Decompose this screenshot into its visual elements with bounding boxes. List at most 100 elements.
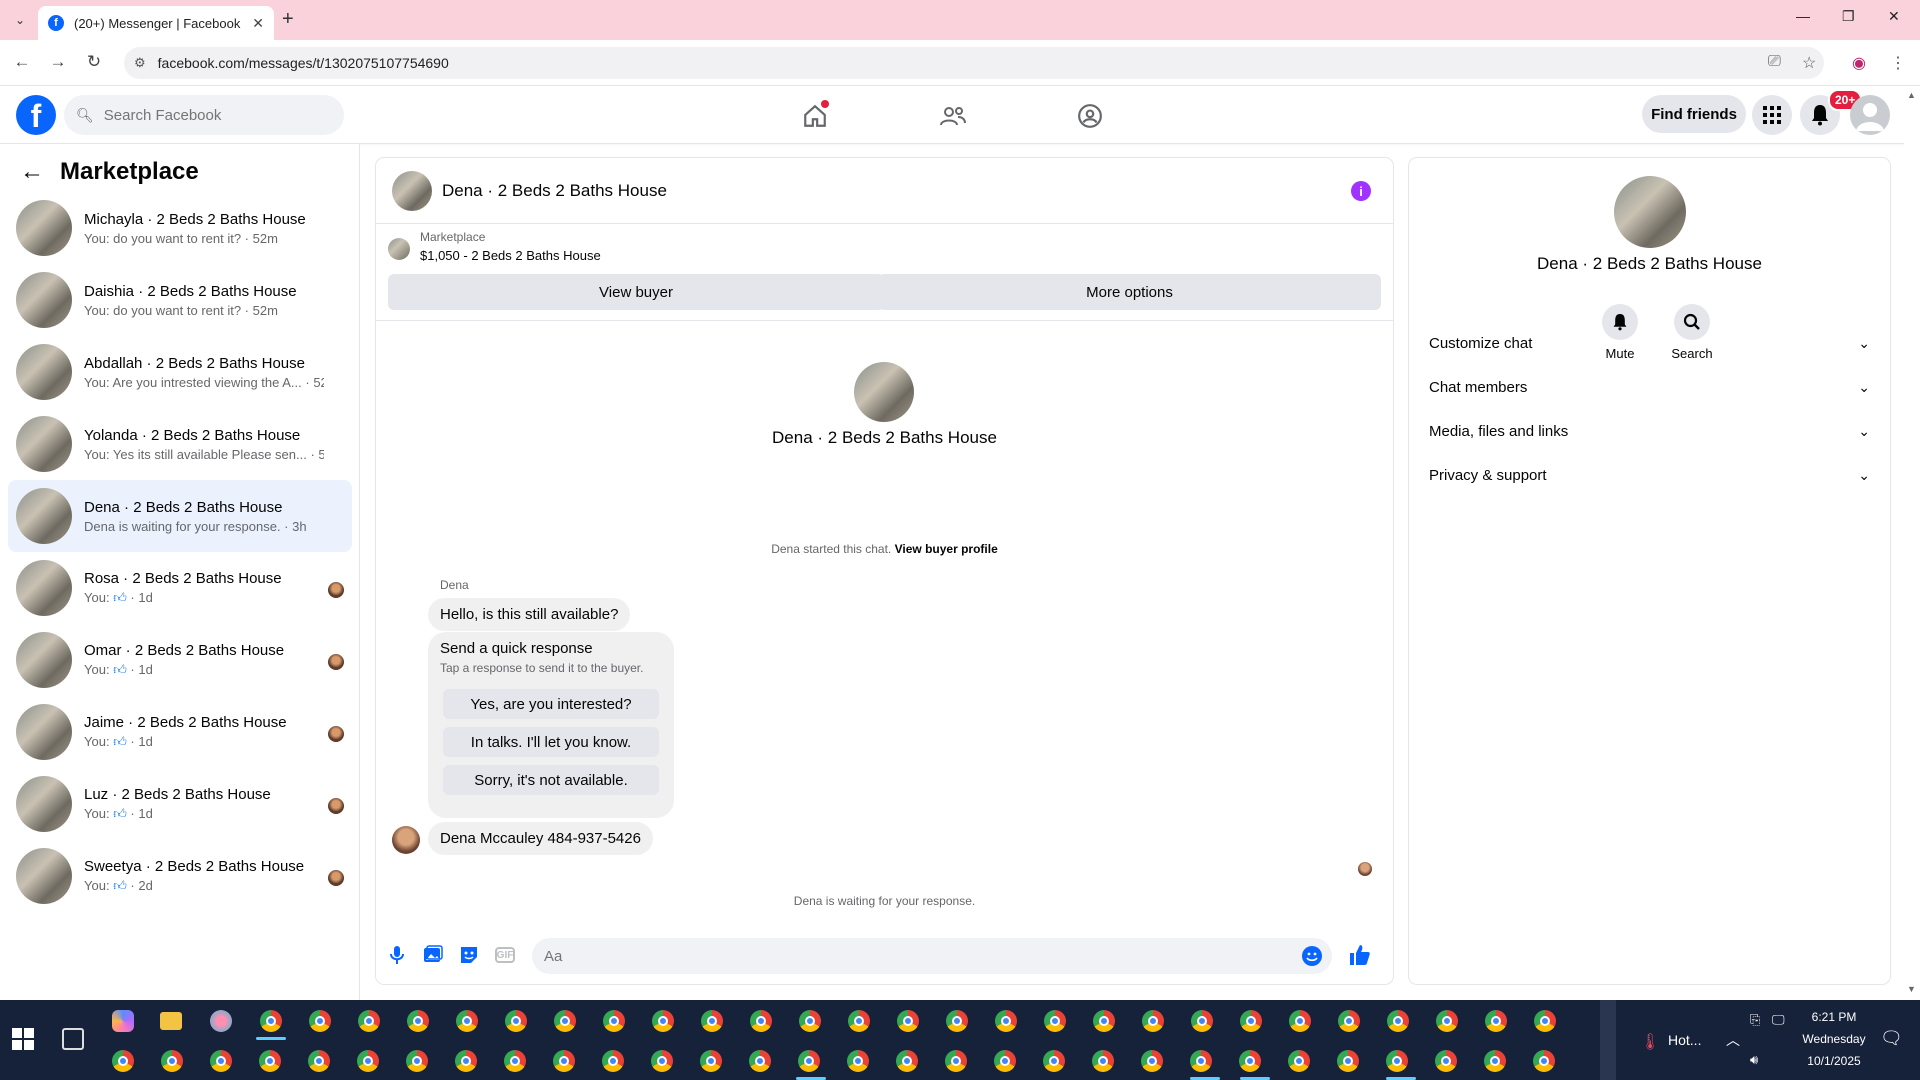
windows-start-icon[interactable]: [12, 1028, 34, 1050]
chrome-window-icon[interactable]: [1142, 1010, 1164, 1032]
chrome-window-icon[interactable]: [897, 1010, 919, 1032]
chat-title[interactable]: Dena · 2 Beds 2 Baths House: [442, 181, 667, 201]
chrome-window-icon[interactable]: [603, 1010, 625, 1032]
chrome-window-icon[interactable]: [1289, 1010, 1311, 1032]
gif-icon[interactable]: GIF: [495, 947, 515, 963]
chrome-window-icon[interactable]: [309, 1010, 331, 1032]
chrome-window-icon[interactable]: [455, 1050, 477, 1072]
chrome-window-icon[interactable]: [1239, 1050, 1261, 1072]
chrome-window-icon[interactable]: [700, 1050, 722, 1072]
install-app-icon[interactable]: ⎚: [1768, 53, 1781, 71]
chrome-window-icon[interactable]: [1485, 1010, 1507, 1032]
back-icon[interactable]: ←: [10, 52, 34, 72]
chrome-window-icon[interactable]: [798, 1050, 820, 1072]
chrome-window-icon[interactable]: [1533, 1050, 1555, 1072]
chrome-window-icon[interactable]: [652, 1010, 674, 1032]
chrome-window-icon[interactable]: [1043, 1050, 1065, 1072]
conversation-item[interactable]: Yolanda · 2 Beds 2 Baths House You: Yes i…: [8, 408, 352, 480]
menu-grid-icon[interactable]: [1752, 95, 1792, 135]
scroll-down-icon[interactable]: ▼: [1907, 984, 1916, 994]
conversation-item[interactable]: Abdallah · 2 Beds 2 Baths House You: Are …: [8, 336, 352, 408]
chrome-window-icon[interactable]: [701, 1010, 723, 1032]
chrome-window-icon[interactable]: [799, 1010, 821, 1032]
network-icon[interactable]: 🖵︎: [1772, 1012, 1785, 1028]
groups-icon[interactable]: [1070, 96, 1110, 136]
chrome-window-icon[interactable]: [945, 1050, 967, 1072]
find-friends-button[interactable]: Find friends: [1642, 95, 1746, 133]
chrome-window-icon[interactable]: [308, 1050, 330, 1072]
chrome-window-icon[interactable]: [602, 1050, 624, 1072]
customize-chat-row[interactable]: Customize chat ⌄: [1425, 321, 1874, 365]
weather-icon[interactable]: 🌡︎: [1640, 1032, 1660, 1052]
chrome-window-icon[interactable]: [554, 1010, 576, 1032]
chrome-window-icon[interactable]: [1092, 1050, 1114, 1072]
like-thumbs-up-icon[interactable]: [1349, 944, 1371, 972]
chrome-window-icon[interactable]: [112, 1050, 134, 1072]
meet-now-icon[interactable]: ⎘: [1750, 1012, 1760, 1028]
chrome-window-icon[interactable]: [946, 1010, 968, 1032]
chat-members-row[interactable]: Chat members ⌄: [1425, 365, 1874, 409]
message-input-box[interactable]: [532, 938, 1332, 974]
chrome-window-icon[interactable]: [1141, 1050, 1163, 1072]
conversation-item[interactable]: Rosa · 2 Beds 2 Baths House You: 👍︎ · 1d: [8, 552, 352, 624]
conversation-item[interactable]: Daishia · 2 Beds 2 Baths House You: do yo…: [8, 264, 352, 336]
chrome-window-icon[interactable]: [847, 1050, 869, 1072]
chrome-window-icon[interactable]: [896, 1050, 918, 1072]
chrome-window-icon[interactable]: [1436, 1010, 1458, 1032]
minimize-icon[interactable]: —: [1796, 8, 1810, 24]
sticker-icon[interactable]: [458, 944, 480, 966]
chrome-menu-icon[interactable]: ⋮: [1890, 53, 1906, 73]
ai-app-icon[interactable]: [210, 1010, 232, 1032]
conversation-item-active[interactable]: Dena · 2 Beds 2 Baths House Dena is waiti…: [8, 480, 352, 552]
chrome-window-icon[interactable]: [1190, 1050, 1212, 1072]
home-icon[interactable]: [795, 96, 835, 136]
volume-icon[interactable]: 🔊︎: [1750, 1052, 1758, 1068]
media-files-links-row[interactable]: Media, files and links ⌄: [1425, 409, 1874, 453]
chrome-window-icon[interactable]: [505, 1010, 527, 1032]
file-explorer-icon[interactable]: [160, 1012, 182, 1030]
chrome-window-icon[interactable]: [407, 1010, 429, 1032]
chrome-window-icon[interactable]: [1534, 1010, 1556, 1032]
chrome-window-icon[interactable]: [553, 1050, 575, 1072]
chrome-window-icon[interactable]: [260, 1010, 282, 1032]
conversation-item[interactable]: Michayla · 2 Beds 2 Baths House You: do y…: [8, 192, 352, 264]
conversation-item[interactable]: Omar · 2 Beds 2 Baths House You: 👍︎ · 1d: [8, 624, 352, 696]
page-scrollbar[interactable]: ▲ ▼: [1904, 86, 1920, 1000]
chrome-window-icon[interactable]: [651, 1050, 673, 1072]
view-buyer-profile-link[interactable]: View buyer profile: [895, 542, 998, 556]
tab-close-icon[interactable]: ✕: [252, 15, 264, 32]
new-tab-button[interactable]: +: [282, 8, 294, 31]
window-close-icon[interactable]: ✕: [1888, 8, 1900, 25]
back-arrow-icon[interactable]: ←: [20, 158, 44, 186]
clock-day[interactable]: Wednesday: [1796, 1032, 1872, 1046]
weather-text[interactable]: Hot...: [1668, 1032, 1701, 1048]
notification-center-icon[interactable]: 🗨︎: [1880, 1028, 1903, 1049]
chrome-window-icon[interactable]: [994, 1050, 1016, 1072]
account-avatar[interactable]: [1850, 95, 1890, 135]
chrome-window-icon[interactable]: [210, 1050, 232, 1072]
taskbar-scroll[interactable]: [1600, 1000, 1616, 1080]
chrome-window-icon[interactable]: [1435, 1050, 1457, 1072]
site-info-icon[interactable]: ⚙: [134, 55, 146, 71]
privacy-support-row[interactable]: Privacy & support ⌄: [1425, 453, 1874, 497]
chrome-window-icon[interactable]: [1484, 1050, 1506, 1072]
message-input[interactable]: [544, 947, 1284, 965]
chrome-window-icon[interactable]: [259, 1050, 281, 1072]
chrome-window-icon[interactable]: [456, 1010, 478, 1032]
facebook-logo-icon[interactable]: f: [16, 95, 56, 135]
chat-avatar[interactable]: [392, 170, 432, 211]
forward-icon[interactable]: →: [46, 52, 70, 72]
quick-response-button[interactable]: Sorry, it's not available.: [443, 765, 659, 795]
clock-date[interactable]: 10/1/2025: [1796, 1054, 1872, 1068]
quick-response-button[interactable]: In talks. I'll let you know.: [443, 727, 659, 757]
photo-icon[interactable]: [422, 944, 444, 966]
chrome-window-icon[interactable]: [750, 1010, 772, 1032]
chrome-window-icon[interactable]: [161, 1050, 183, 1072]
chrome-window-icon[interactable]: [1288, 1050, 1310, 1072]
chrome-window-icon[interactable]: [1387, 1010, 1409, 1032]
chrome-window-icon[interactable]: [1191, 1010, 1213, 1032]
chrome-window-icon[interactable]: [995, 1010, 1017, 1032]
friends-icon[interactable]: [933, 96, 973, 136]
microphone-icon[interactable]: [386, 944, 408, 966]
emoji-icon[interactable]: [1302, 946, 1322, 966]
